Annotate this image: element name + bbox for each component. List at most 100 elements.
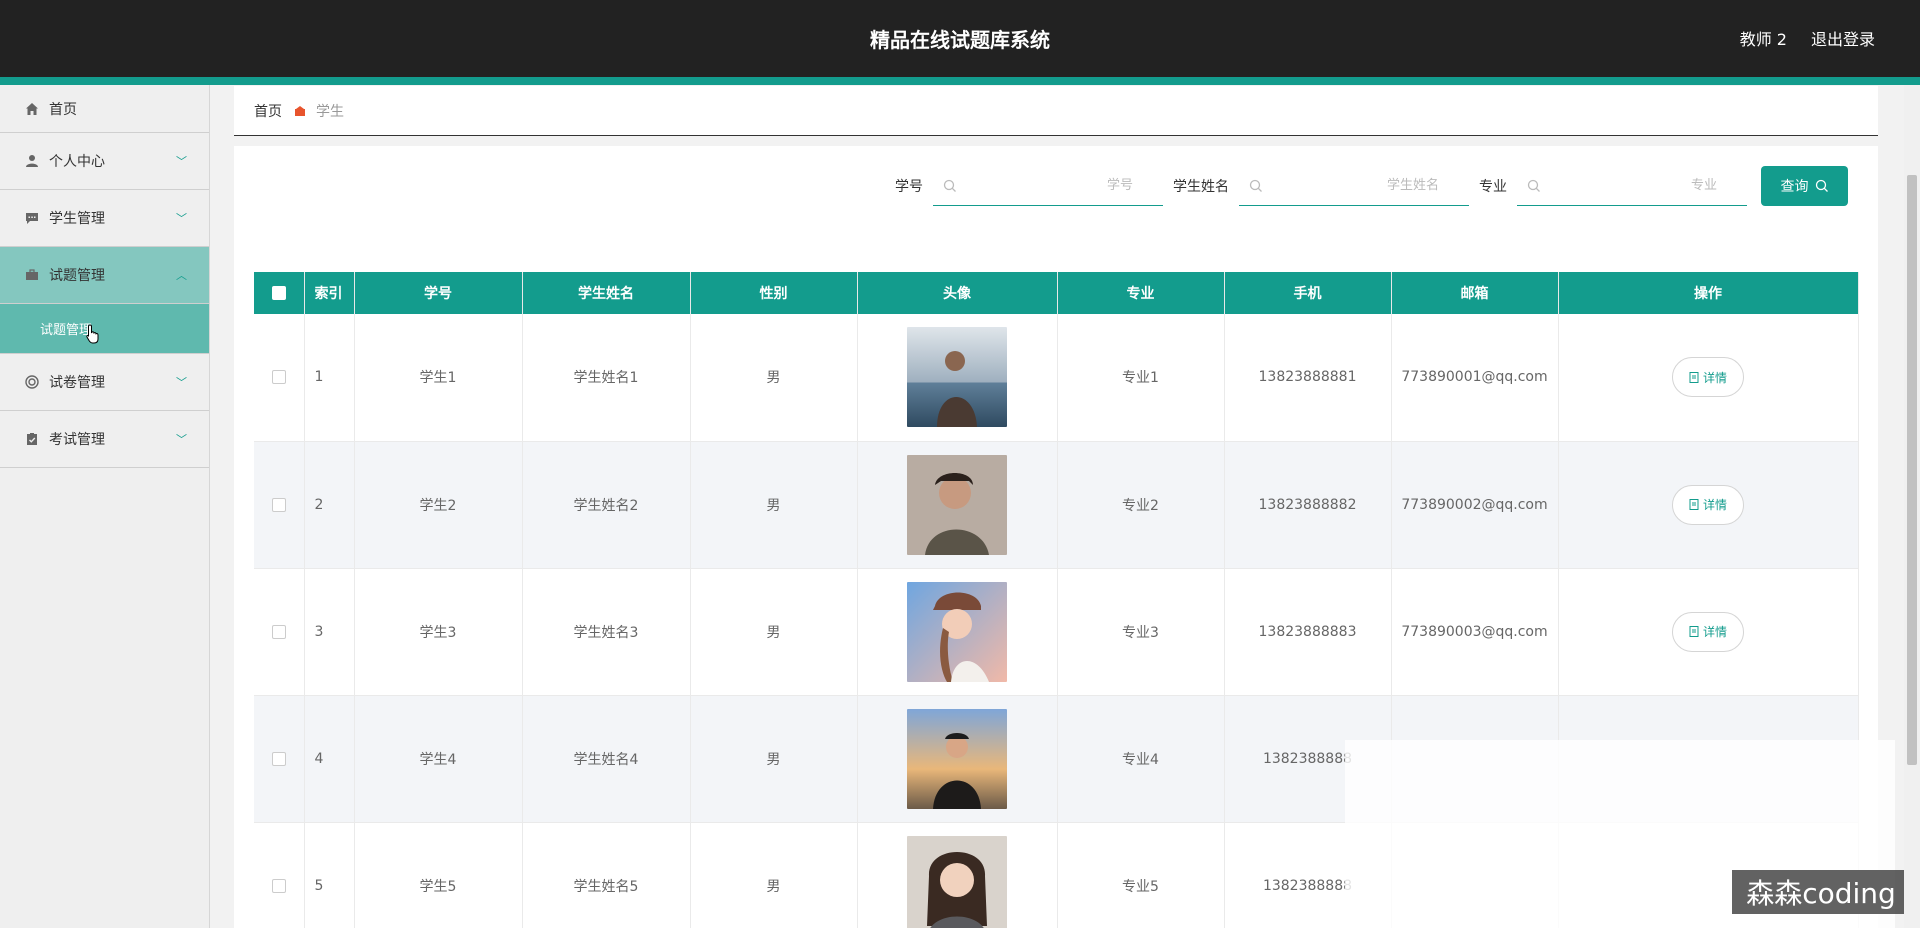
app-title: 精品在线试题库系统 (870, 28, 1050, 52)
column-header: 专业 (1057, 272, 1225, 314)
column-header: 操作 (1558, 272, 1859, 314)
student-id-input[interactable] (933, 166, 1163, 205)
column-header: 索引 (304, 272, 355, 314)
sidebar-item-label: 学生管理 (49, 211, 105, 227)
action-cell: 详情 (1558, 314, 1859, 442)
student-name: 学生姓名3 (522, 568, 691, 696)
student-id: 学生2 (354, 441, 523, 569)
chevron-down-icon: ﹀ (176, 433, 187, 446)
student-name-label: 学生姓名 (1173, 179, 1229, 195)
select-all-column[interactable] (254, 272, 305, 314)
chevron-down-icon: ﹀ (176, 376, 187, 389)
student-name: 学生姓名2 (522, 441, 691, 569)
gender: 男 (690, 568, 858, 696)
column-header: 头像 (857, 272, 1058, 314)
student-id-field (933, 166, 1163, 206)
table-row: 3 学生3 学生姓名3 男 专业3 13823888883 773890003@… (254, 568, 1859, 696)
row-index: 3 (304, 568, 355, 696)
briefcase-icon (24, 267, 40, 283)
sidebar-item-home[interactable]: 首页 (0, 85, 209, 133)
avatar (907, 581, 1007, 682)
student-id: 学生1 (354, 314, 523, 442)
detail-button[interactable]: 详情 (1672, 357, 1744, 398)
search-icon (1249, 179, 1262, 192)
major: 专业1 (1057, 314, 1225, 442)
document-icon (1689, 499, 1699, 510)
student-name-input[interactable] (1239, 166, 1469, 205)
sidebar-subitem-question-management[interactable]: 试题管理 (0, 304, 209, 354)
row-checkbox[interactable] (271, 751, 286, 766)
document-icon (1689, 371, 1699, 383)
sidebar-item-paper-management[interactable]: 试卷管理 ﹀ (0, 354, 209, 411)
row-checkbox[interactable] (271, 370, 286, 385)
avatar (907, 835, 1007, 928)
sidebar-item-question-management[interactable]: 试题管理 ︿ (0, 247, 209, 304)
scrollbar[interactable] (1904, 85, 1920, 928)
breadcrumb-separator-icon (294, 105, 306, 117)
sidebar-item-exam-management[interactable]: 考试管理 ﹀ (0, 411, 209, 468)
user-icon (24, 153, 40, 169)
detail-button-label: 详情 (1702, 625, 1727, 639)
student-name: 学生姓名4 (522, 695, 691, 823)
detail-button[interactable]: 详情 (1672, 611, 1744, 652)
major-field (1517, 166, 1747, 206)
row-checkbox[interactable] (271, 624, 286, 639)
scrollbar-thumb[interactable] (1907, 175, 1917, 765)
major: 专业3 (1057, 568, 1225, 696)
gender: 男 (690, 695, 858, 823)
logout-link[interactable]: 退出登录 (1811, 26, 1875, 50)
current-user[interactable]: 教师 2 (1740, 26, 1787, 50)
major: 专业2 (1057, 441, 1225, 569)
detail-button-label: 详情 (1702, 498, 1727, 512)
student-name-field (1239, 166, 1469, 206)
mouse-pointer-icon (86, 324, 99, 344)
sidebar-item-personal-center[interactable]: 个人中心 ﹀ (0, 133, 209, 190)
avatar (907, 327, 1007, 428)
student-id: 学生5 (354, 822, 523, 928)
row-checkbox[interactable] (271, 497, 286, 512)
sidebar-subitem-label: 试题管理 (40, 323, 93, 338)
sidebar-item-label: 个人中心 (49, 154, 105, 170)
row-checkbox[interactable] (271, 878, 286, 893)
phone: 13823888881 (1224, 314, 1392, 442)
row-index: 5 (304, 822, 355, 928)
user-area: 教师 2 退出登录 (1740, 26, 1875, 50)
column-header: 邮箱 (1391, 272, 1559, 314)
clipboard-icon (24, 431, 40, 447)
sidebar: 首页 个人中心 ﹀ 学生管理 ﹀ 试题管理 ︿ 试题管理 试卷管理 ﹀ 考试管理… (0, 85, 210, 928)
avatar-cell (857, 314, 1058, 442)
top-bar: 精品在线试题库系统 教师 2 退出登录 (0, 0, 1920, 77)
student-id: 学生3 (354, 568, 523, 696)
detail-button-label: 详情 (1702, 370, 1727, 385)
document-icon (1689, 626, 1699, 637)
table-row: 2 学生2 学生姓名2 男 专业2 13823888882 773890002@… (254, 441, 1859, 569)
student-name: 学生姓名5 (522, 822, 691, 928)
column-header: 学生姓名 (522, 272, 691, 314)
column-header: 性别 (690, 272, 858, 314)
query-button-label: 查询 (1780, 179, 1809, 195)
table-header-row: 索引 学号 学生姓名 性别 头像 专业 手机 邮箱 操作 (254, 272, 1859, 314)
major: 专业5 (1057, 822, 1225, 928)
watermark: 森森coding (1732, 870, 1910, 914)
breadcrumb-home[interactable]: 首页 (254, 101, 282, 121)
header-accent-line (0, 77, 1920, 85)
gender: 男 (690, 314, 858, 442)
avatar-cell (857, 822, 1058, 928)
avatar-cell (857, 441, 1058, 569)
action-cell: 详情 (1558, 568, 1859, 696)
sidebar-item-student-management[interactable]: 学生管理 ﹀ (0, 190, 209, 247)
breadcrumb: 首页 学生 (234, 86, 1878, 136)
email: 773890003@qq.com (1391, 568, 1559, 696)
detail-button[interactable]: 详情 (1672, 484, 1744, 525)
select-all-checkbox[interactable] (271, 286, 286, 300)
major-input[interactable] (1517, 166, 1747, 205)
avatar (907, 454, 1007, 555)
circle-icon (24, 374, 40, 390)
breadcrumb-current: 学生 (316, 103, 344, 120)
query-button[interactable]: 查询 (1761, 166, 1848, 206)
home-icon (24, 101, 40, 117)
avatar (907, 708, 1007, 809)
search-icon (1815, 179, 1828, 192)
table-row: 1 学生1 学生姓名1 男 专业1 13823888881 773890001@… (254, 314, 1859, 442)
major-label: 专业 (1479, 179, 1507, 195)
